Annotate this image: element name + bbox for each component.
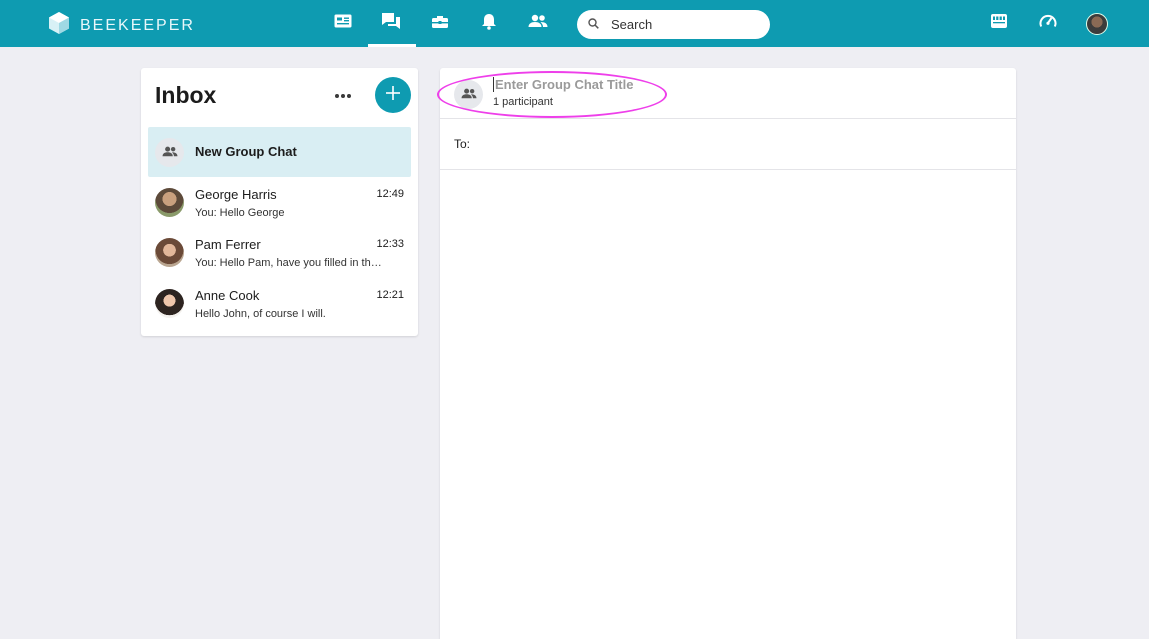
nav-notifications[interactable]	[466, 0, 512, 47]
dashboard-icon	[1039, 13, 1057, 34]
beekeeper-logo-icon	[48, 11, 70, 40]
group-chat-title-input[interactable]	[493, 77, 693, 92]
recipients-row: To:	[440, 119, 1016, 170]
more-dot	[335, 94, 339, 98]
avatar	[155, 188, 184, 217]
search-input[interactable]	[611, 17, 751, 32]
new-chat-button[interactable]	[375, 77, 411, 113]
chat-header: 1 participant	[437, 68, 1016, 119]
conversation-name: Anne Cook	[195, 288, 260, 303]
more-options-button[interactable]	[331, 87, 355, 105]
avatar	[155, 238, 184, 267]
conversation-name: Pam Ferrer	[195, 237, 261, 252]
people-icon	[461, 86, 477, 104]
nav-chats[interactable]	[368, 0, 416, 47]
conversation-time: 12:33	[376, 238, 404, 250]
conversation-preview: You: Hello Pam, have you filled in the f…	[195, 257, 385, 269]
conversation-name: New Group Chat	[195, 144, 297, 159]
conversation-preview: You: Hello George	[195, 207, 285, 219]
newsfeed-icon	[334, 14, 352, 33]
plus-icon	[385, 85, 401, 106]
inbox-panel: Inbox New Group Chat George Harris 12:49…	[141, 68, 418, 336]
search-bar[interactable]	[577, 10, 770, 39]
conversation-preview: Hello John, of course I will.	[195, 308, 326, 320]
recipients-input[interactable]	[480, 133, 980, 155]
conversation-anne-cook[interactable]: Anne Cook 12:21 Hello John, of course I …	[148, 278, 411, 328]
store-button[interactable]	[976, 0, 1022, 47]
chat-icon	[381, 12, 401, 35]
message-area	[440, 170, 1016, 639]
store-icon	[990, 13, 1008, 34]
conversation-pam-ferrer[interactable]: Pam Ferrer 12:33 You: Hello Pam, have yo…	[148, 227, 411, 277]
chat-panel: 1 participant To:	[437, 68, 1016, 639]
more-dot	[341, 94, 345, 98]
brand-logo[interactable]: BEEKEEPER	[48, 11, 195, 40]
inbox-title: Inbox	[155, 82, 217, 108]
to-label: To:	[454, 137, 471, 151]
avatar	[155, 289, 184, 318]
participant-count: 1 participant	[493, 96, 553, 108]
search-icon	[588, 16, 599, 34]
group-avatar	[454, 80, 483, 109]
conversation-george-harris[interactable]: George Harris 12:49 You: Hello George	[148, 177, 411, 227]
bell-icon	[481, 13, 497, 35]
dashboard-button[interactable]	[1025, 0, 1071, 47]
user-avatar[interactable]	[1086, 13, 1108, 35]
nav-streams[interactable]	[320, 0, 366, 47]
conversation-time: 12:21	[376, 289, 404, 301]
group-avatar	[155, 138, 184, 167]
more-dot	[347, 94, 351, 98]
brand-name: BEEKEEPER	[80, 16, 195, 34]
conversation-new-group-chat[interactable]: New Group Chat	[148, 127, 411, 177]
conversation-name: George Harris	[195, 187, 277, 202]
people-icon	[162, 144, 178, 162]
top-navigation-bar: BEEKEEPER	[0, 0, 1149, 47]
toolbox-icon	[431, 14, 449, 34]
conversation-time: 12:49	[376, 188, 404, 200]
nav-tools[interactable]	[417, 0, 463, 47]
people-icon	[528, 14, 548, 33]
nav-people[interactable]	[515, 0, 561, 47]
